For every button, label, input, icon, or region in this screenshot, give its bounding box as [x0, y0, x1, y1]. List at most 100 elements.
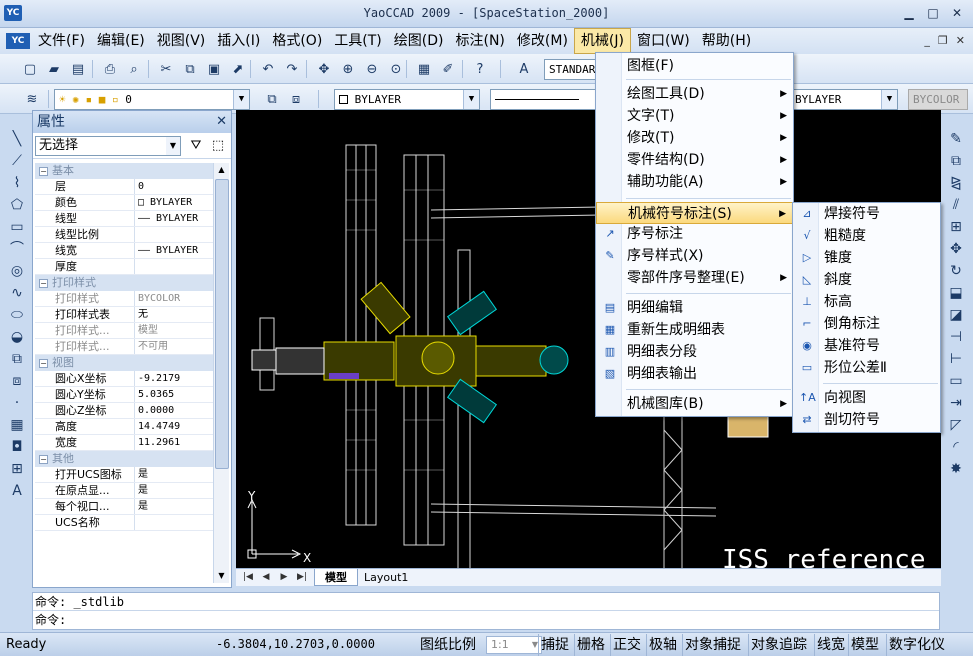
symbol-menu-item[interactable]: ⌐ 倒角标注 [793, 313, 940, 335]
mech-menu-item[interactable]: ▤ 明细编辑 [596, 297, 793, 319]
construction-line-icon[interactable]: ⟋ [4, 150, 30, 172]
color-combo[interactable]: BYLAYER ▼ [334, 89, 480, 110]
paste-icon[interactable]: ▣ [204, 59, 224, 79]
mech-menu-item[interactable]: 修改(T) ▶ [596, 127, 793, 149]
table-icon[interactable]: ⊞ [4, 458, 30, 480]
property-value[interactable]: 14.4749 [135, 419, 213, 434]
mech-menu-item[interactable]: 零部件序号整理(E) ▶ [596, 267, 793, 289]
mech-menu-item[interactable]: 辅助功能(A) ▶ [596, 171, 793, 193]
command-input[interactable]: 命令: [33, 611, 939, 629]
region-icon[interactable]: ◘ [4, 436, 30, 458]
menu-6[interactable]: 绘图(D) [388, 28, 450, 54]
menu-11[interactable]: 帮助(H) [696, 28, 757, 54]
property-row[interactable]: 线型 —— BYLAYER [35, 211, 213, 227]
open-file-icon[interactable]: ▰ [44, 59, 64, 79]
selection-combo[interactable]: 无选择 ▼ [35, 136, 181, 156]
menu-1[interactable]: 编辑(E) [91, 28, 151, 54]
property-row[interactable]: 打开UCS图标是 [35, 467, 213, 483]
doc-minimize-button[interactable]: _ [924, 34, 930, 47]
chevron-down-icon[interactable]: ▼ [463, 90, 479, 109]
explode-icon[interactable]: ✸ [943, 458, 969, 480]
tab-layout1[interactable]: Layout1 [354, 569, 418, 586]
property-group[interactable]: − 基本 [35, 163, 213, 179]
maximize-button[interactable]: □ [923, 4, 943, 22]
circle-icon[interactable]: ◎ [4, 260, 30, 282]
minimize-button[interactable]: ▁ [899, 4, 919, 22]
menu-8[interactable]: 修改(M) [511, 28, 574, 54]
collapse-icon[interactable]: − [39, 279, 48, 288]
property-value[interactable]: —— BYLAYER [135, 243, 213, 258]
mech-menu-item[interactable]: ▧ 明细表输出 [596, 363, 793, 385]
property-row[interactable]: UCS名称 [35, 515, 213, 531]
polyline-icon[interactable]: ⌇ [4, 172, 30, 194]
doc-close-button[interactable]: ✕ [956, 34, 965, 47]
multiline-text-icon[interactable]: A [4, 480, 30, 502]
linetype-combo[interactable] [490, 89, 596, 110]
chamfer-icon[interactable]: ◸ [943, 414, 969, 436]
mech-menu-item[interactable]: ▦ 重新生成明细表 [596, 319, 793, 341]
symbol-menu-item[interactable]: ◉ 基准符号 [793, 335, 940, 357]
property-row[interactable]: 打印样式... 不可用 [35, 339, 213, 355]
property-group[interactable]: − 视图 [35, 355, 213, 371]
status-toggle[interactable]: 对象捕捉 [682, 634, 743, 656]
stretch-icon[interactable]: ◪ [943, 304, 969, 326]
layer-previous-icon[interactable]: ⧈ [286, 89, 306, 109]
redo-icon[interactable]: ↷ [282, 59, 302, 79]
property-value[interactable]: 0.0000 [135, 403, 213, 418]
mech-menu-item[interactable]: 零件结构(D) ▶ [596, 149, 793, 171]
collapse-icon[interactable]: − [39, 359, 48, 368]
property-row[interactable]: 颜色 □ BYLAYER [35, 195, 213, 211]
chevron-down-icon[interactable]: ▼ [233, 90, 249, 109]
collapse-icon[interactable]: − [39, 455, 48, 464]
print-preview-icon[interactable]: ⌕ [124, 59, 144, 79]
property-row[interactable]: 高度 14.4749 [35, 419, 213, 435]
property-value[interactable]: 是 [135, 467, 213, 482]
extend-icon[interactable]: ⊢ [943, 348, 969, 370]
property-value[interactable]: 5.0365 [135, 387, 213, 402]
copy-object-icon[interactable]: ⧉ [943, 150, 969, 172]
point-icon[interactable]: · [4, 392, 30, 414]
property-row[interactable]: 层0 [35, 179, 213, 195]
mech-menu-item[interactable]: 文字(T) ▶ [596, 105, 793, 127]
line-icon[interactable]: ╲ [4, 128, 30, 150]
array-icon[interactable]: ⊞ [943, 216, 969, 238]
print-icon[interactable]: ⎙ [100, 59, 120, 79]
erase-icon[interactable]: ✎ [943, 128, 969, 150]
property-row[interactable]: 线型比例 [35, 227, 213, 243]
symbol-menu-item[interactable]: ⊥ 标高 [793, 291, 940, 313]
property-row[interactable]: 打印样式表无 [35, 307, 213, 323]
fillet-icon[interactable]: ◜ [943, 436, 969, 458]
mirror-icon[interactable]: ⧎ [943, 172, 969, 194]
select-objects-icon[interactable]: ⬚ [209, 137, 227, 155]
chevron-down-icon[interactable]: ▼ [166, 137, 180, 155]
first-tab-icon[interactable]: |◀ [240, 570, 256, 585]
symbol-menu-item[interactable]: ↑A 向视图 [793, 387, 940, 409]
symbol-menu-item[interactable]: ▷ 锥度 [793, 247, 940, 269]
property-value[interactable]: —— BYLAYER [135, 211, 213, 226]
quick-select-icon[interactable]: ⛛ [187, 137, 205, 155]
chevron-down-icon[interactable]: ▼ [881, 90, 897, 109]
menu-0[interactable]: 文件(F) [32, 28, 91, 54]
menu-10[interactable]: 窗口(W) [631, 28, 696, 54]
symbol-menu-item[interactable]: ⊿ 焊接符号 [793, 203, 940, 225]
layer-combo[interactable]: ☀ ✺ ▪ ■ ▫ 0 ▼ [54, 89, 250, 110]
mech-menu-item[interactable]: 机械图库(B) ▶ [596, 393, 793, 415]
menu-9[interactable]: 机械(J) [573, 28, 631, 54]
property-row[interactable]: 圆心Y坐标 5.0365 [35, 387, 213, 403]
copy-icon[interactable]: ⧉ [180, 59, 200, 79]
help-icon[interactable]: ? [470, 59, 490, 79]
close-icon[interactable]: ✕ [216, 111, 227, 133]
status-toggle[interactable]: 对象追踪 [748, 634, 809, 656]
property-value[interactable]: □ BYLAYER [135, 195, 213, 210]
property-value[interactable]: -9.2179 [135, 371, 213, 386]
property-row[interactable]: 线宽 —— BYLAYER [35, 243, 213, 259]
trim-icon[interactable]: ⊣ [943, 326, 969, 348]
property-value[interactable]: 是 [135, 483, 213, 498]
mech-menu-item[interactable]: 图框(F) [596, 55, 793, 77]
cut-icon[interactable]: ✂ [156, 59, 176, 79]
status-toggle[interactable]: 模型 [848, 634, 881, 656]
status-toggle[interactable]: 捕捉 [538, 634, 571, 656]
rectangle-icon[interactable]: ▭ [4, 216, 30, 238]
match-properties-icon[interactable]: ⬈ [228, 59, 248, 79]
next-tab-icon[interactable]: ▶ [276, 570, 292, 585]
